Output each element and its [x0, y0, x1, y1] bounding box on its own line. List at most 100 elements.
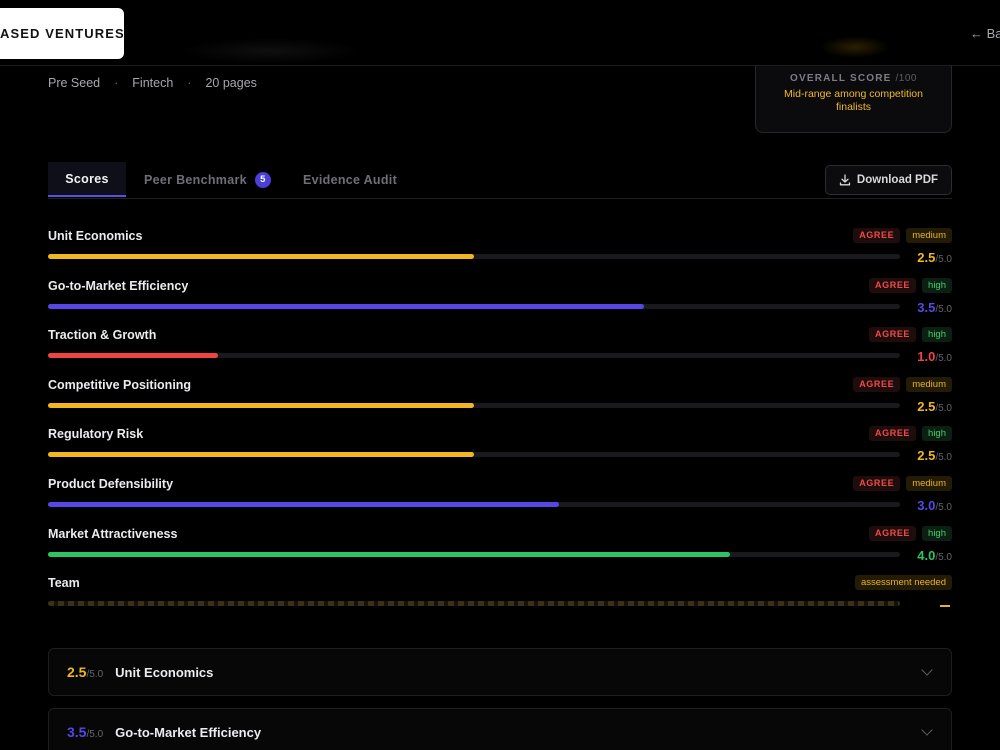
confidence-badge: high	[922, 327, 952, 343]
tab-peer-benchmark-label: Peer Benchmark	[144, 172, 247, 187]
score-bar-track	[48, 254, 900, 259]
overall-score-max: /100	[895, 73, 917, 84]
score-value: 3.0/5.0	[917, 498, 952, 513]
accordion-score: 2.5/5.0	[67, 664, 103, 680]
agree-badge: AGREE	[853, 228, 901, 243]
chevron-down-icon[interactable]	[921, 724, 933, 736]
score-number: 3.5	[917, 299, 936, 315]
score-row-tags: AGREE medium	[853, 376, 952, 392]
score-number: 2.5	[917, 448, 936, 464]
score-row-tags: assessment needed	[854, 575, 952, 591]
accordion-score-max: /5.0	[86, 669, 104, 680]
agree-badge: AGREE	[869, 525, 917, 541]
score-detail-accordion[interactable]: 3.5/5.0 Go-to-Market Efficiency	[48, 708, 952, 750]
tab-evidence-audit-label: Evidence Audit	[303, 172, 398, 187]
score-number: 2.5	[917, 250, 936, 265]
overall-score-note: Mid-range among competition finalists	[784, 88, 923, 113]
agree-badge: AGREE	[853, 376, 901, 392]
score-value: 1.0/5.0	[917, 349, 952, 364]
confidence-badge: assessment needed	[854, 575, 952, 591]
tab-scores[interactable]: Scores	[48, 162, 126, 197]
score-row-tags: AGREE high	[869, 277, 952, 293]
chevron-down-icon[interactable]	[921, 664, 933, 676]
confidence-badge: medium	[906, 475, 952, 491]
score-value: 2.5/5.0	[917, 250, 952, 265]
download-pdf-button[interactable]: Download PDF	[825, 165, 952, 195]
score-bar-track	[48, 601, 900, 607]
score-bar-fill	[48, 254, 474, 259]
overall-score-label: OVERALL SCORE /100	[756, 73, 951, 84]
score-max: /5.0	[935, 551, 952, 563]
confidence-badge: high	[922, 277, 952, 293]
accordion-score-max: /5.0	[86, 729, 104, 740]
top-bar: ASED VENTURES ← Ba	[0, 0, 1000, 66]
score-row-tags: AGREE high	[869, 327, 952, 343]
meta-separator: ·	[114, 76, 119, 90]
back-link[interactable]: ← Ba	[970, 26, 1000, 41]
score-max: /5.0	[935, 452, 952, 464]
score-bar-fill	[48, 452, 474, 458]
score-row-label: Competitive Positioning	[48, 377, 192, 392]
score-detail-accordion[interactable]: 2.5/5.0 Unit Economics	[48, 648, 952, 696]
score-value: 4.0/5.0	[917, 548, 952, 563]
deck-meta: Pre Seed · Fintech · 20 pages	[48, 76, 257, 90]
score-row-tags: AGREE medium	[853, 475, 952, 491]
score-max: /5.0	[935, 303, 952, 315]
brand-logo-text: ASED VENTURES	[0, 26, 125, 41]
score-row: Go-to-Market Efficiency AGREE high 3.5/5.0	[48, 276, 952, 326]
confidence-badge: high	[922, 426, 952, 442]
tab-evidence-audit[interactable]: Evidence Audit	[303, 162, 397, 197]
score-number: 4.0	[917, 547, 936, 563]
score-number: 2.5	[917, 398, 936, 414]
score-max: /5.0	[935, 501, 952, 513]
accordion-score: 3.5/5.0	[67, 724, 103, 740]
header-blurred-element	[820, 36, 890, 58]
score-bar-fill	[48, 353, 219, 359]
score-row-label: Market Attractiveness	[48, 526, 178, 541]
score-number: 3.0	[917, 497, 936, 513]
score-max: /5.0	[935, 402, 952, 414]
accordion-score-number: 2.5	[67, 664, 87, 680]
confidence-badge: medium	[906, 376, 952, 392]
score-max: /5.0	[935, 353, 952, 365]
download-pdf-label: Download PDF	[856, 174, 939, 186]
accordion-score-number: 3.5	[67, 724, 87, 740]
score-bar-track	[48, 353, 900, 359]
score-value: 3.5/5.0	[917, 300, 952, 315]
score-list: Unit Economics AGREE medium 2.5/5.0 Go-to-Ma…	[48, 226, 952, 623]
report-tabs: Scores Peer Benchmark 5 Evidence Audit D…	[48, 162, 952, 199]
score-row: Team assessment needed	[48, 573, 952, 623]
peer-count-badge: 5	[254, 171, 271, 188]
overall-score-card: OVERALL SCORE /100 Mid-range among compe…	[755, 66, 952, 133]
overall-score-title: OVERALL SCORE	[790, 73, 892, 84]
score-row: Product Defensibility AGREE medium 3.0/5.0	[48, 474, 952, 524]
score-row-label: Go-to-Market Efficiency	[48, 278, 189, 293]
agree-badge: AGREE	[869, 327, 917, 343]
score-row-label: Regulatory Risk	[48, 427, 144, 442]
score-bar-track	[48, 303, 900, 309]
score-row-label: Product Defensibility	[48, 476, 174, 491]
score-bar-track	[48, 402, 900, 408]
score-row: Regulatory Risk AGREE high 2.5/5.0	[48, 424, 952, 474]
tab-scores-label: Scores	[65, 171, 109, 186]
score-row: Unit Economics AGREE medium 2.5/5.0	[48, 226, 952, 276]
score-value: 2.5/5.0	[917, 399, 952, 414]
accordion-title: Go-to-Market Efficiency	[115, 724, 262, 740]
score-number: 1.0	[917, 349, 936, 365]
tab-peer-benchmark[interactable]: Peer Benchmark 5	[144, 162, 271, 197]
score-row-label: Traction & Growth	[48, 328, 157, 343]
score-row-tags: AGREE high	[869, 525, 952, 541]
score-max: /5.0	[935, 254, 952, 265]
score-missing-dash	[940, 605, 950, 608]
score-row-label: Team	[48, 576, 80, 591]
score-bar-track	[48, 452, 900, 458]
score-bar-fill	[48, 402, 474, 408]
score-bar-track	[48, 501, 900, 507]
agree-badge: AGREE	[869, 277, 917, 293]
score-row: Market Attractiveness AGREE high 4.0/5.0	[48, 524, 952, 574]
brand-logo[interactable]: ASED VENTURES	[0, 8, 124, 59]
score-bar-fill	[48, 303, 645, 309]
deck-title-blurred	[180, 38, 360, 64]
confidence-badge: high	[922, 525, 952, 541]
score-value: 2.5/5.0	[917, 448, 952, 463]
